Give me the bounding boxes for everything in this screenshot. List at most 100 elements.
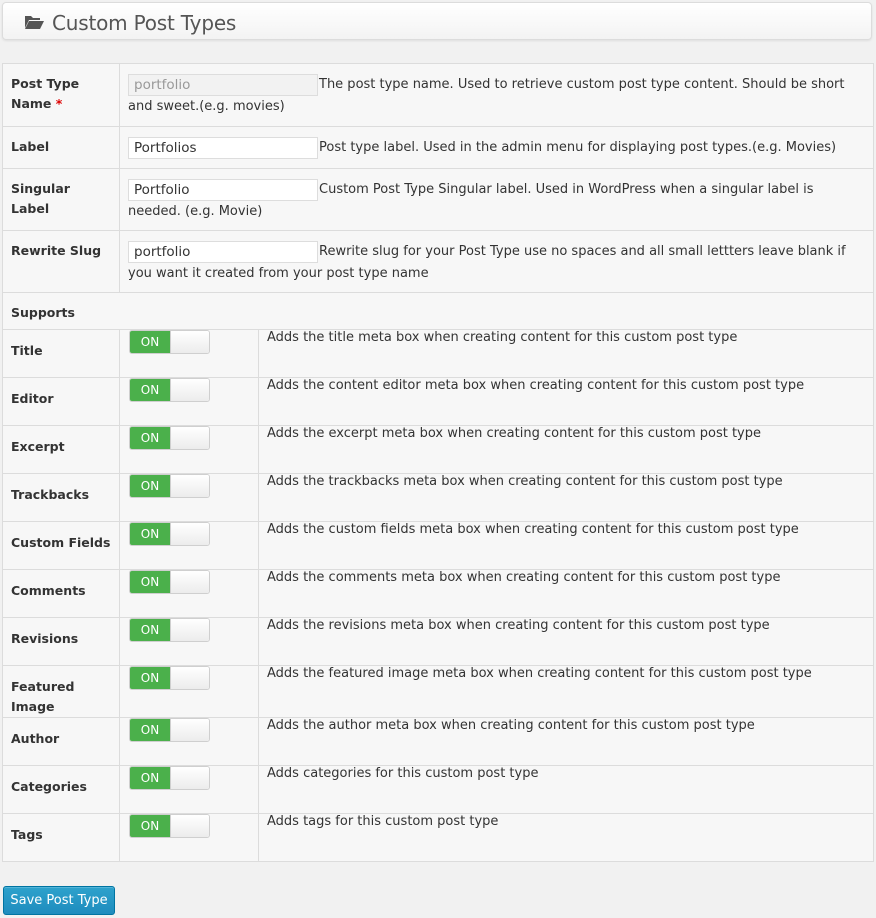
support-description: Adds the content editor meta box when cr… <box>258 377 874 426</box>
toggle-knob <box>170 619 209 641</box>
featured-image-toggle[interactable]: ON <box>129 666 210 690</box>
support-description: Adds the title meta box when creating co… <box>258 329 874 378</box>
supports-heading-row: Supports <box>2 292 874 330</box>
toggle-on-label: ON <box>130 523 170 545</box>
post-type-name-input[interactable] <box>128 74 318 96</box>
field-cell: Post type label. Used in the admin menu … <box>119 126 874 169</box>
support-label: Title <box>2 329 120 378</box>
support-description: Adds the featured image meta box when cr… <box>258 665 874 718</box>
field-row-post-type-name: Post Type Name * The post type name. Use… <box>2 63 874 127</box>
support-toggle-cell: ON <box>119 473 259 522</box>
field-label: Singular Label <box>2 168 120 231</box>
support-toggle-cell: ON <box>119 813 259 862</box>
support-row-categories: Categories ON Adds categories for this cus… <box>2 765 874 814</box>
field-label-text: Post Type Name <box>11 76 80 111</box>
support-label: Featured Image <box>2 665 120 718</box>
field-row-singular-label: Singular Label Custom Post Type Singular… <box>2 168 874 231</box>
toggle-on-label: ON <box>130 427 170 449</box>
supports-list: Title ON Adds the title meta box when crea… <box>2 329 874 862</box>
field-cell: Custom Post Type Singular label. Used in… <box>119 168 874 231</box>
toggle-knob <box>170 767 209 789</box>
support-row-custom-fields: Custom Fields ON Adds the custom fields me… <box>2 521 874 570</box>
support-toggle-cell: ON <box>119 665 259 718</box>
toggle-on-label: ON <box>130 719 170 741</box>
support-description: Adds the excerpt meta box when creating … <box>258 425 874 474</box>
toggle-on-label: ON <box>130 815 170 837</box>
toggle-knob <box>170 427 209 449</box>
support-row-title: Title ON Adds the title meta box when crea… <box>2 329 874 378</box>
support-row-featured-image: Featured Image ON Adds the featured image … <box>2 665 874 718</box>
support-label: Excerpt <box>2 425 120 474</box>
post-type-form: Post Type Name * The post type name. Use… <box>2 63 874 862</box>
field-description: Post type label. Used in the admin menu … <box>319 140 837 155</box>
rewrite-slug-input[interactable] <box>128 241 318 263</box>
support-description: Adds categories for this custom post typ… <box>258 765 874 814</box>
field-label: Label <box>2 126 120 169</box>
support-description: Adds the revisions meta box when creatin… <box>258 617 874 666</box>
toggle-knob <box>170 331 209 353</box>
support-description: Adds the custom fields meta box when cre… <box>258 521 874 570</box>
label-input[interactable] <box>128 137 318 159</box>
toggle-on-label: ON <box>130 475 170 497</box>
support-row-comments: Comments ON Adds the comments meta box whe… <box>2 569 874 618</box>
support-description: Adds tags for this custom post type <box>258 813 874 862</box>
support-toggle-cell: ON <box>119 329 259 378</box>
toggle-knob <box>170 719 209 741</box>
support-label: Editor <box>2 377 120 426</box>
author-toggle[interactable]: ON <box>129 718 210 742</box>
field-cell: Rewrite slug for your Post Type use no s… <box>119 230 874 293</box>
revisions-toggle[interactable]: ON <box>129 618 210 642</box>
field-label: Rewrite Slug <box>2 230 120 293</box>
page-title: Custom Post Types <box>52 11 237 35</box>
toggle-knob <box>170 379 209 401</box>
support-toggle-cell: ON <box>119 377 259 426</box>
required-mark: * <box>55 96 63 111</box>
support-row-trackbacks: Trackbacks ON Adds the trackbacks meta box… <box>2 473 874 522</box>
support-description: Adds the author meta box when creating c… <box>258 717 874 766</box>
support-label: Revisions <box>2 617 120 666</box>
support-label: Categories <box>2 765 120 814</box>
field-row-rewrite-slug: Rewrite Slug Rewrite slug for your Post … <box>2 230 874 293</box>
title-toggle[interactable]: ON <box>129 330 210 354</box>
support-row-author: Author ON Adds the author meta box when cr… <box>2 717 874 766</box>
support-toggle-cell: ON <box>119 425 259 474</box>
toggle-on-label: ON <box>130 619 170 641</box>
supports-heading: Supports <box>2 292 874 330</box>
support-toggle-cell: ON <box>119 617 259 666</box>
excerpt-toggle[interactable]: ON <box>129 426 210 450</box>
toggle-on-label: ON <box>130 331 170 353</box>
support-row-tags: Tags ON Adds tags for this custom post typ… <box>2 813 874 862</box>
toggle-knob <box>170 667 209 689</box>
support-row-excerpt: Excerpt ON Adds the excerpt meta box when … <box>2 425 874 474</box>
save-post-type-button[interactable]: Save Post Type <box>3 886 115 915</box>
singular-label-input[interactable] <box>128 179 318 201</box>
toggle-knob <box>170 475 209 497</box>
categories-toggle[interactable]: ON <box>129 766 210 790</box>
page-header: Custom Post Types <box>2 2 872 40</box>
support-label: Tags <box>2 813 120 862</box>
comments-toggle[interactable]: ON <box>129 570 210 594</box>
toggle-knob <box>170 815 209 837</box>
field-row-label: Label Post type label. Used in the admin… <box>2 126 874 169</box>
support-label: Author <box>2 717 120 766</box>
trackbacks-toggle[interactable]: ON <box>129 474 210 498</box>
support-label: Comments <box>2 569 120 618</box>
toggle-on-label: ON <box>130 767 170 789</box>
support-description: Adds the comments meta box when creating… <box>258 569 874 618</box>
support-toggle-cell: ON <box>119 717 259 766</box>
support-row-revisions: Revisions ON Adds the revisions meta box w… <box>2 617 874 666</box>
toggle-on-label: ON <box>130 667 170 689</box>
field-cell: The post type name. Used to retrieve cus… <box>119 63 874 127</box>
toggle-knob <box>170 571 209 593</box>
support-row-editor: Editor ON Adds the content editor meta box… <box>2 377 874 426</box>
support-label: Custom Fields <box>2 521 120 570</box>
support-toggle-cell: ON <box>119 521 259 570</box>
editor-toggle[interactable]: ON <box>129 378 210 402</box>
custom-fields-toggle[interactable]: ON <box>129 522 210 546</box>
toggle-knob <box>170 523 209 545</box>
tags-toggle[interactable]: ON <box>129 814 210 838</box>
toggle-on-label: ON <box>130 571 170 593</box>
support-toggle-cell: ON <box>119 765 259 814</box>
support-toggle-cell: ON <box>119 569 259 618</box>
folder-open-icon <box>25 16 44 29</box>
